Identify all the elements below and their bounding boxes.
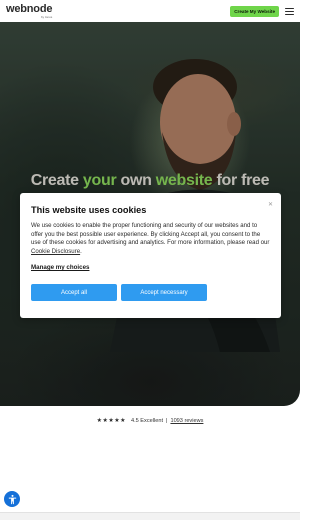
cookie-button-row: Accept all Accept necessary — [31, 284, 270, 301]
logo-text: webnode — [6, 2, 53, 15]
hero-title-part: own — [116, 172, 156, 189]
star-icon: ★★★★★ — [96, 418, 126, 424]
cookie-consent-dialog: ✕ This website uses cookies We use cooki… — [20, 193, 281, 318]
hero-title-part: Create — [30, 172, 83, 189]
menu-line — [285, 13, 294, 15]
accept-all-button[interactable]: Accept all — [31, 284, 117, 301]
menu-line — [285, 7, 294, 9]
accept-necessary-button[interactable]: Accept necessary — [121, 284, 207, 301]
create-my-website-button[interactable]: Create My Website — [230, 5, 279, 17]
hamburger-menu-icon[interactable] — [285, 7, 294, 15]
site-header: webnode by Ionos Create My Website — [0, 0, 300, 22]
logo-tagline: by Ionos — [40, 14, 53, 19]
hero-title-part: for free — [212, 172, 270, 189]
reviews-count-link[interactable]: 1093 reviews — [170, 418, 203, 424]
hero-headline: Create your own website for free — [0, 172, 300, 190]
accessibility-icon[interactable] — [4, 491, 20, 507]
reviews-summary: ★★★★★ 4.5 Excellent | 1093 reviews — [0, 417, 300, 425]
reviews-separator: | — [166, 417, 168, 424]
menu-line — [285, 10, 294, 12]
hero-title-accent: your — [82, 172, 117, 189]
cookie-body-text: We use cookies to enable the proper func… — [31, 222, 270, 246]
cookie-dialog-text: We use cookies to enable the proper func… — [31, 222, 270, 256]
accessibility-figure-icon — [8, 494, 16, 504]
cookie-body-end: . — [80, 247, 82, 255]
cookie-dialog-title: This website uses cookies — [31, 205, 147, 215]
hero-title-accent: website — [155, 172, 213, 189]
close-icon[interactable]: ✕ — [268, 202, 273, 208]
cookie-disclosure-link[interactable]: Cookie Disclosure — [31, 248, 80, 255]
manage-my-choices-link[interactable]: Manage my choices — [31, 264, 89, 271]
bottom-bar — [0, 512, 300, 520]
header-actions: Create My Website — [230, 5, 294, 17]
rating-text: 4.5 Excellent — [130, 417, 163, 424]
webnode-logo[interactable]: webnode by Ionos — [6, 2, 53, 19]
